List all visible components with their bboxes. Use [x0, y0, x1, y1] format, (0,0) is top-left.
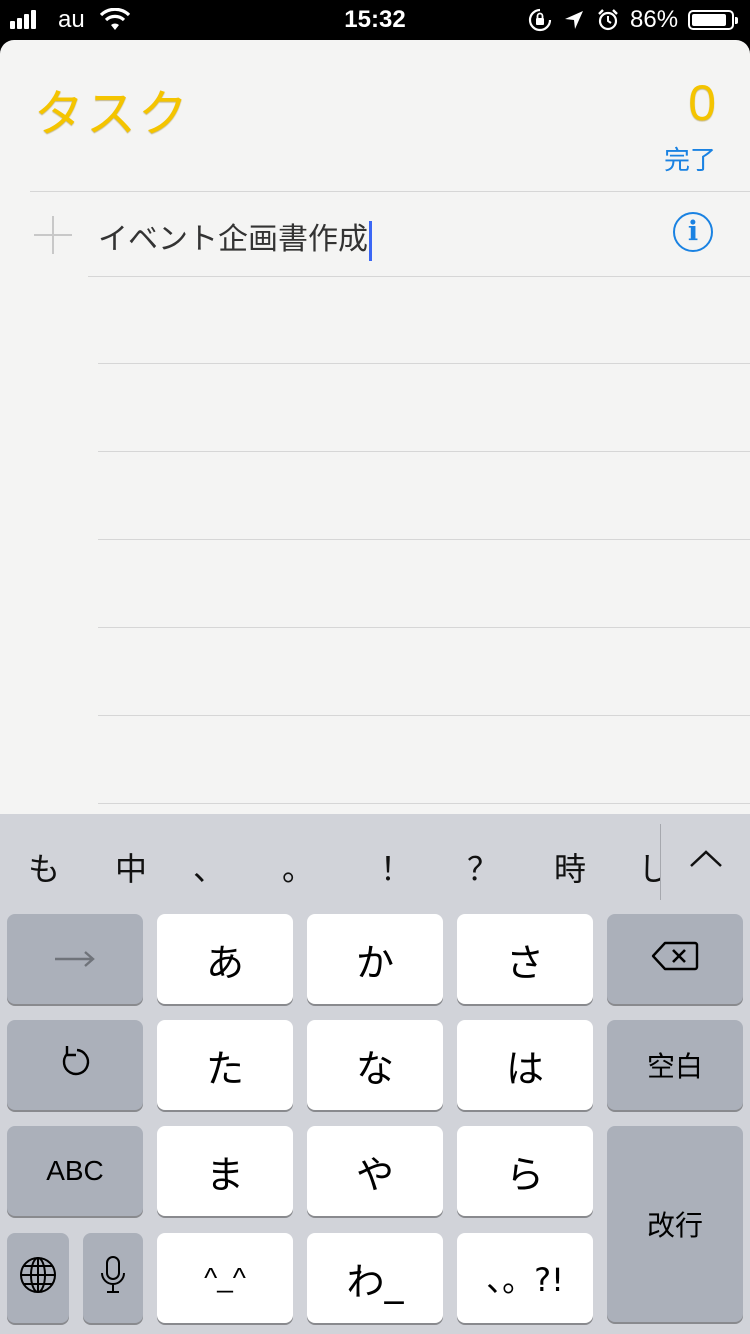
- key-ya[interactable]: や: [307, 1126, 443, 1216]
- row-divider: [98, 627, 750, 628]
- microphone-icon: [100, 1255, 126, 1302]
- task-input[interactable]: イベント企画書作成: [98, 214, 372, 261]
- undo-icon: [55, 1042, 95, 1089]
- key-ma[interactable]: ま: [157, 1126, 293, 1216]
- next-char-key[interactable]: [7, 914, 143, 1004]
- key-wa[interactable]: わ_: [307, 1233, 443, 1323]
- add-icon[interactable]: [34, 216, 72, 254]
- done-button[interactable]: 完了: [664, 140, 716, 177]
- key-ha[interactable]: は: [457, 1020, 593, 1110]
- return-key[interactable]: 改行: [607, 1126, 743, 1322]
- space-key[interactable]: 空白: [607, 1020, 743, 1110]
- list-title[interactable]: タスク: [34, 74, 190, 146]
- punctuation-key[interactable]: 、。?!: [457, 1233, 593, 1323]
- row-divider: [98, 803, 750, 804]
- key-ka[interactable]: か: [307, 914, 443, 1004]
- globe-key[interactable]: [7, 1233, 69, 1323]
- kaomoji-key[interactable]: ^_^: [157, 1233, 293, 1323]
- abc-key[interactable]: ABC: [7, 1126, 143, 1216]
- delete-key[interactable]: [607, 914, 743, 1004]
- row-divider: [98, 715, 750, 716]
- row-divider: [98, 451, 750, 452]
- key-sa[interactable]: さ: [457, 914, 593, 1004]
- row-divider: [98, 539, 750, 540]
- header-divider: [30, 191, 750, 192]
- candidate-bar: も 中 、 。 ！ ？ 時 し: [0, 814, 750, 912]
- candidate[interactable]: 。: [282, 844, 314, 890]
- info-icon[interactable]: i: [673, 212, 713, 252]
- arrow-right-icon: [53, 943, 97, 976]
- done-count: 0: [688, 75, 716, 131]
- task-text: イベント企画書作成: [98, 222, 368, 257]
- candidate[interactable]: ？: [467, 844, 499, 890]
- keyboard: も 中 、 。 ！ ？ 時 し あ か さ た な は 空白 ABC ま や ら…: [0, 814, 750, 1334]
- candidate[interactable]: も: [28, 844, 60, 890]
- battery-icon: [688, 10, 738, 30]
- battery-percentage: 86%: [630, 6, 679, 33]
- key-ta[interactable]: た: [157, 1020, 293, 1110]
- location-icon: [563, 9, 585, 35]
- dictation-key[interactable]: [83, 1233, 143, 1323]
- candidate[interactable]: ！: [380, 844, 412, 890]
- alarm-icon: [596, 8, 620, 36]
- candidate[interactable]: 、: [193, 844, 225, 890]
- candidate[interactable]: し: [638, 844, 660, 890]
- candidate[interactable]: 中: [115, 844, 147, 890]
- status-bar: au 15:32 86%: [0, 0, 750, 40]
- reminders-list-card: タスク 0 完了 イベント企画書作成 i: [0, 40, 750, 814]
- row-divider: [98, 363, 750, 364]
- rotation-lock-icon: [528, 8, 552, 36]
- key-na[interactable]: な: [307, 1020, 443, 1110]
- key-a[interactable]: あ: [157, 914, 293, 1004]
- candidate[interactable]: 時: [554, 844, 586, 890]
- row-divider: [88, 276, 750, 277]
- globe-icon: [18, 1255, 58, 1302]
- candidate-divider: [660, 824, 661, 900]
- undo-key[interactable]: [7, 1020, 143, 1110]
- chevron-up-icon[interactable]: [686, 844, 726, 878]
- delete-icon: [651, 940, 699, 979]
- text-cursor: [369, 220, 372, 261]
- key-ra[interactable]: ら: [457, 1126, 593, 1216]
